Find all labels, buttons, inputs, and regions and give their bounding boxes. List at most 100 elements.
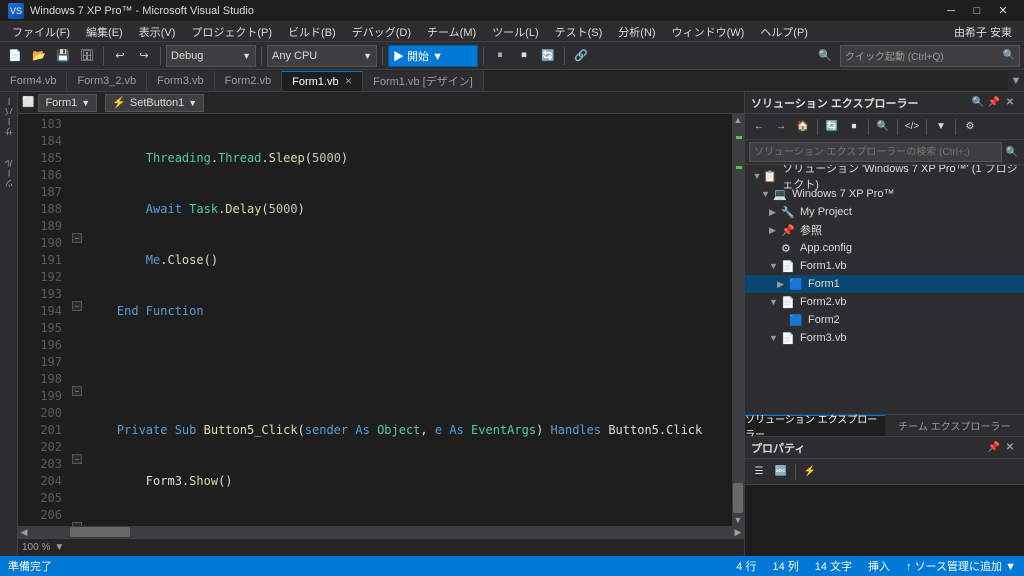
form1vb-label: Form1.vb [800,260,846,272]
se-code-btn[interactable]: </> [902,117,922,137]
new-project-button[interactable]: 📄 [4,45,26,67]
code-editor[interactable]: 183184185186187 188189190191192 19319419… [18,114,744,526]
se-stop-btn[interactable]: ⏹ [844,117,864,137]
editor-area: ⬜ Form1 ▼ ⚡ SetButton1 ▼ 183184185186187… [18,92,744,556]
se-forward-btn[interactable]: → [771,117,791,137]
cpu-dropdown[interactable]: Any CPU ▼ [267,45,377,67]
config-dropdown[interactable]: Debug ▼ [166,45,256,67]
tab-form3[interactable]: Form3.vb [147,71,214,91]
sep4 [382,47,383,65]
se-sep1 [817,119,818,135]
menu-test[interactable]: テスト(S) [547,22,611,42]
menu-debug[interactable]: デバッグ(D) [344,22,419,42]
attach-button[interactable]: 🔗 [570,45,592,67]
tab-close-icon[interactable]: ✕ [345,76,353,87]
scroll-up-arrow[interactable]: ▲ [732,114,744,126]
tabs-dropdown-button[interactable]: ▼ [1008,71,1024,91]
tree-solution[interactable]: ▼ 📋 ソリューション 'Windows 7 XP Pro™' (1 プロジェク… [745,167,1024,185]
quick-launch-input[interactable]: クイック起動 (Ctrl+Q) 🔍 [840,45,1020,67]
menu-edit[interactable]: 編集(E) [78,22,131,42]
menu-tools[interactable]: ツール(L) [484,22,546,42]
se-close-btn[interactable]: ✕ [1002,95,1018,111]
fold-btn-200[interactable]: − [72,386,82,396]
scroll-thumb[interactable] [733,483,743,513]
solution-tree[interactable]: ▼ 📋 ソリューション 'Windows 7 XP Pro™' (1 プロジェク… [745,165,1024,414]
props-pin-btn[interactable]: 📌 [986,440,1002,456]
tab-solution-explorer[interactable]: ソリューション エクスプローラー [745,415,885,436]
maximize-button[interactable]: □ [964,0,990,22]
props-cat-btn[interactable]: ☰ [749,462,769,482]
horizontal-scrollbar[interactable]: ◀ ▶ [18,526,744,538]
menu-build[interactable]: ビルド(B) [280,22,344,42]
menu-file[interactable]: ファイル(F) [4,22,78,42]
tab-form2[interactable]: Form2.vb [215,71,282,91]
undo-button[interactable]: ↩ [109,45,131,67]
code-method-dropdown[interactable]: ⚡ SetButton1 ▼ [105,94,204,112]
scroll-right-arrow[interactable]: ▶ [732,526,744,538]
menu-view[interactable]: 表示(V) [131,22,184,42]
tab-form1-design[interactable]: Form1.vb [デザイン] [363,71,484,91]
se-sep4 [926,119,927,135]
redo-button[interactable]: ↪ [133,45,155,67]
menu-team[interactable]: チーム(M) [419,22,484,42]
se-home-btn[interactable]: 🏠 [793,117,813,137]
tree-my-project[interactable]: ▶ 🔧 My Project [745,203,1024,221]
open-button[interactable]: 📂 [28,45,50,67]
fold-btn-189[interactable]: − [72,233,82,243]
props-close-btn[interactable]: ✕ [1002,440,1018,456]
stop-button[interactable]: ⏹ [513,45,535,67]
fold-btn-206[interactable]: − [72,454,82,464]
restart-button[interactable]: 🔄 [537,45,559,67]
tree-form2[interactable]: ▶ 🟦 Form2 [745,311,1024,329]
code-content-text[interactable]: Threading.Thread.Sleep(5000) Await Task.… [84,114,732,526]
code-class-dropdown[interactable]: Form1 ▼ [38,94,97,112]
tab-form3-2-label: Form3_2.vb [77,75,136,87]
run-button[interactable]: ▶ 開始 ▼ [388,45,478,67]
menu-window[interactable]: ウィンドウ(W) [664,22,753,42]
tab-form4[interactable]: Form4.vb [0,71,67,91]
form-selector: ⬜ [22,97,34,108]
scroll-down-arrow[interactable]: ▼ [732,514,744,526]
se-filter-btn[interactable]: 🔍 [873,117,893,137]
tab-form1-vb[interactable]: Form1.vb ✕ [282,71,363,91]
tree-form1[interactable]: ▶ 🟦 Form1 [745,275,1024,293]
line-numbers: 183184185186187 188189190191192 19319419… [28,114,70,526]
scroll-left-arrow[interactable]: ◀ [18,526,30,538]
zoom-dropdown-icon[interactable]: ▼ [54,542,64,553]
properties-header: プロパティ 📌 ✕ [745,437,1024,459]
props-events-btn[interactable]: ⚡ [800,462,820,482]
fold-btn-193[interactable]: − [72,301,82,311]
tab-form3-2[interactable]: Form3_2.vb [67,71,147,91]
left-panel-icons: サーバー ツール [0,92,18,556]
save-button[interactable]: 💾 [52,45,74,67]
scroll-thumb-h[interactable] [70,527,130,537]
minimize-button[interactable]: ─ [938,0,964,22]
se-search-btn[interactable]: 🔍 [970,95,986,111]
save-all-button[interactable]: 🗄 [76,45,98,67]
tab-team-explorer[interactable]: チーム エクスプローラー [885,415,1024,436]
close-button[interactable]: ✕ [990,0,1016,22]
source-control-button[interactable]: ↑ ソース管理に追加 ▼ [906,558,1016,574]
sep2 [160,47,161,65]
tree-references[interactable]: ▶ 📌 参照 [745,221,1024,239]
se-search-input[interactable] [749,142,1002,162]
menu-help[interactable]: ヘルプ(P) [752,22,816,42]
pause-button[interactable]: ⏸ [489,45,511,67]
tree-form2vb[interactable]: ▼ 📄 Form2.vb [745,293,1024,311]
vertical-scrollbar[interactable]: ▲ ▼ [732,114,744,526]
se-collapse-btn[interactable]: ▼ [931,117,951,137]
server-explorer-icon[interactable]: サーバー [2,96,16,136]
se-settings-btn[interactable]: ⚙ [960,117,980,137]
se-refresh-btn[interactable]: 🔄 [822,117,842,137]
status-ins: 挿入 [868,558,890,574]
menu-analyze[interactable]: 分析(N) [610,22,663,42]
tree-appconfig[interactable]: ▶ ⚙ App.config [745,239,1024,257]
tree-form3vb[interactable]: ▼ 📄 Form3.vb [745,329,1024,347]
fold-btn-210[interactable]: − [72,522,82,526]
tree-form1vb[interactable]: ▼ 📄 Form1.vb [745,257,1024,275]
toolbox-icon[interactable]: ツール [2,158,16,188]
se-back-btn[interactable]: ← [749,117,769,137]
menu-project[interactable]: プロジェクト(P) [183,22,280,42]
props-alpha-btn[interactable]: 🔤 [771,462,791,482]
se-auto-hide-btn[interactable]: 📌 [986,95,1002,111]
